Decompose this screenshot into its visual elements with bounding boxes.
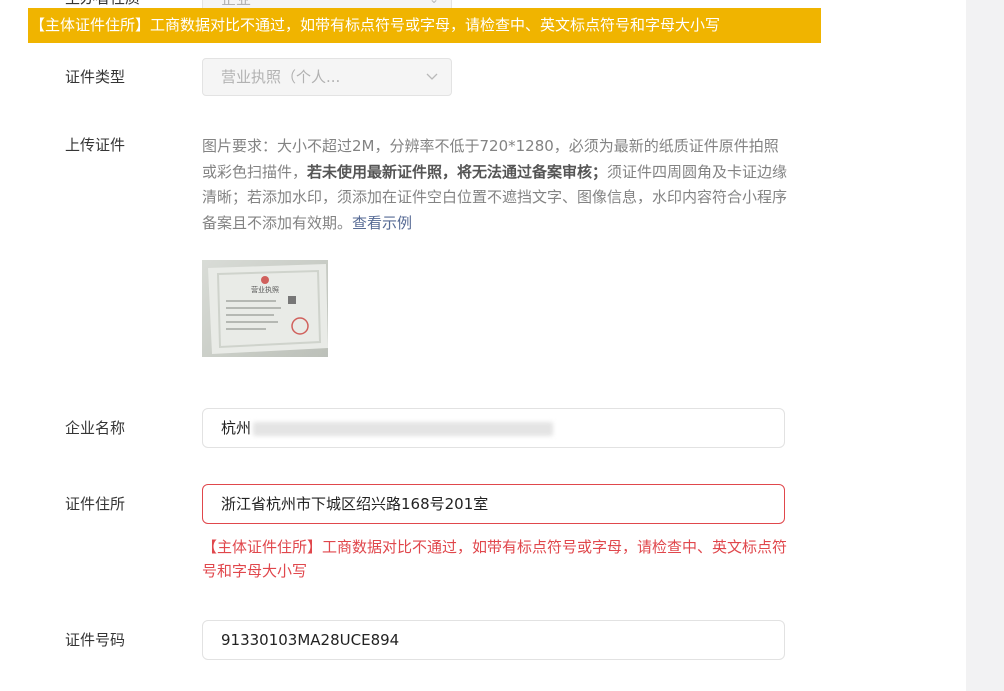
cert-type-value: 营业执照（个人...	[221, 68, 341, 86]
upload-desc-bold: 若未使用最新证件照，将无法通过备案审核；	[307, 162, 608, 181]
row-label-cert-type: 证件类型	[65, 68, 126, 86]
row-label-upload: 上传证件	[65, 136, 126, 154]
company-name-input[interactable]: 杭州	[202, 408, 785, 448]
row-label-subject-type: 主办者性质	[65, 0, 140, 8]
right-gutter	[966, 0, 1004, 691]
subject-type-value: 企业	[221, 0, 251, 8]
redacted-text	[253, 421, 554, 436]
upload-requirements: 图片要求：大小不超过2M，分辨率不低于720*1280，必须为最新的纸质证件原件…	[202, 134, 792, 236]
cert-type-select[interactable]: 营业执照（个人...	[202, 58, 452, 96]
row-label-company: 企业名称	[65, 419, 126, 437]
cert-number-input[interactable]: 91330103MA28UCE894	[202, 620, 785, 660]
row-label-address: 证件住所	[65, 495, 126, 513]
certificate-thumbnail[interactable]: 营业执照	[202, 260, 328, 357]
chevron-down-icon	[425, 59, 439, 109]
address-input[interactable]: 浙江省杭州市下城区绍兴路168号201室	[202, 484, 785, 524]
thumb-title: 营业执照	[251, 285, 279, 294]
view-example-link[interactable]: 查看示例	[352, 214, 412, 232]
error-banner: 【主体证件住所】工商数据对比不通过，如带有标点符号或字母，请检查中、英文标点符号…	[28, 8, 821, 43]
row-label-cert-number: 证件号码	[65, 631, 126, 649]
company-name-prefix: 杭州	[221, 419, 252, 437]
address-error-message: 【主体证件住所】工商数据对比不通过，如带有标点符号或字母，请检查中、英文标点符号…	[202, 538, 788, 580]
